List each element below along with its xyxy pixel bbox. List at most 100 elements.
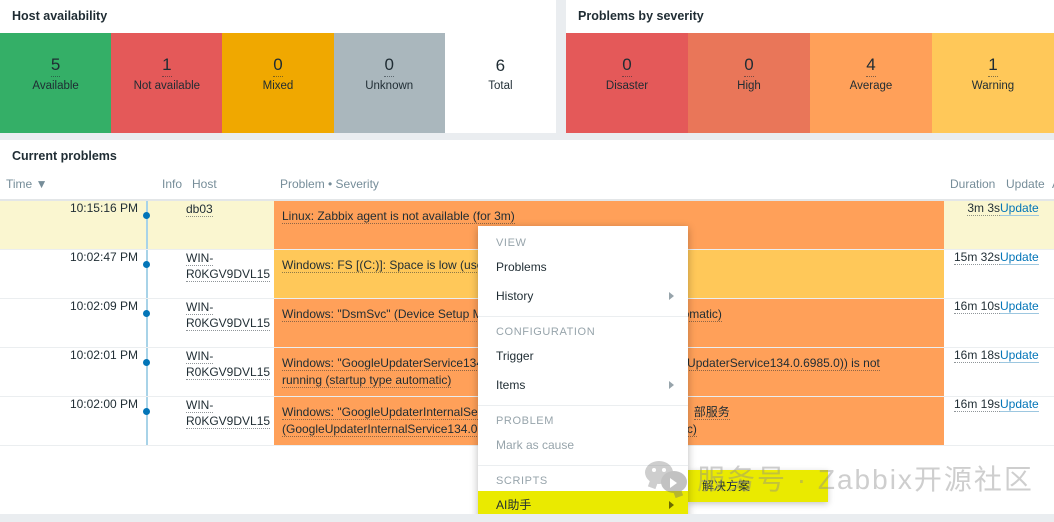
row-ack [1046,347,1054,397]
row-update-link[interactable]: Update [1000,298,1039,314]
row-time[interactable]: 10:02:09 PM [0,298,138,348]
row-timeline [138,200,156,250]
severity-cell-warning[interactable]: 1 Warning [932,33,1054,133]
page-bottom-strip [0,514,1054,522]
column-header-info: Info [156,173,186,201]
severity-cell-disaster-value: 0 [622,54,632,77]
context-submenu-item-solution[interactable]: 解决方案 [688,470,828,502]
row-problem-label: Windows: "DsmSvc" (Device Setup M [282,306,483,322]
severity-cell-high[interactable]: 0 High [688,33,810,133]
row-update[interactable]: Update [1000,347,1046,397]
severity-cell-high-label: High [737,80,761,92]
row-ack [1046,200,1054,250]
timeline-line [146,298,148,347]
severity-cells: 0 Disaster 0 High 4 Average 1 Warning [566,33,1054,133]
row-duration: 16m 19s [944,396,1000,446]
host-cell-unknown[interactable]: 0 Unknown [333,33,445,133]
row-update-link[interactable]: Update [1000,249,1039,265]
timeline-dot-icon [143,407,150,415]
context-menu-item-problems[interactable]: Problems [478,253,688,282]
row-update[interactable]: Update [1000,298,1046,348]
context-menu-item-mark-as-cause[interactable]: Mark as cause [478,431,688,460]
host-cell-not-available[interactable]: 1 Not available [111,33,223,133]
row-duration-label: 3m 3s [967,201,1000,216]
column-header-duration[interactable]: Duration [944,173,1000,201]
row-ack [1046,249,1054,299]
host-cell-total-label: Total [488,79,513,92]
host-cell-available-value: 5 [50,54,61,77]
severity-cell-disaster-label: Disaster [605,80,649,92]
row-host[interactable]: WIN-R0KGV9DVL15 [186,249,274,299]
context-menu-section-configuration: CONFIGURATION [496,326,596,338]
row-time[interactable]: 10:15:16 PM [0,200,138,250]
host-availability-cells: 5 Available 1 Not available 0 Mixed 0 Un… [0,33,556,133]
host-cell-mixed-value: 0 [273,54,283,77]
timeline-line [146,201,148,249]
column-header-ack: A [1046,173,1054,201]
column-header-update: Update [1000,173,1046,201]
row-host[interactable]: WIN-R0KGV9DVL15 [186,347,274,397]
row-time[interactable]: 10:02:00 PM [0,396,138,446]
host-cell-mixed[interactable]: 0 Mixed [222,33,334,133]
severity-cell-average-value: 4 [866,54,876,77]
row-update[interactable]: Update [1000,396,1046,446]
row-duration-label: 16m 18s [953,347,1000,363]
row-problem-tail: gleUpdaterService134.0.6985.0)) is not [671,355,880,371]
row-problem-label: Linux: Zabbix agent is not available (fo… [282,209,515,224]
host-cell-total-value: 6 [495,55,506,75]
row-duration-label: 16m 10s [953,298,1000,314]
row-host[interactable]: db03 [186,200,274,250]
host-cell-not-available-label: Not available [133,80,201,92]
timeline-dot-icon [143,212,150,219]
host-cell-not-available-value: 1 [162,54,172,77]
context-menu-item-history[interactable]: History [478,282,688,311]
row-problem-label: Windows: FS [(C:)]: Space is low (use [282,257,484,273]
row-duration-label: 16m 19s [953,396,1000,412]
severity-cell-average[interactable]: 4 Average [810,33,932,133]
row-time[interactable]: 10:02:01 PM [0,347,138,397]
column-header-time-label: Time [6,177,33,191]
row-timeline [138,298,156,348]
row-time[interactable]: 10:02:47 PM [0,249,138,299]
row-timeline [138,347,156,397]
column-header-timeline [138,173,156,201]
row-update[interactable]: Update [1000,200,1046,250]
severity-cell-disaster[interactable]: 0 Disaster [566,33,688,133]
context-menu-item-trigger[interactable]: Trigger [478,342,688,371]
context-menu-section-problem: PROBLEM [496,415,554,427]
row-info [156,298,186,348]
column-header-time[interactable]: Time ▼ [0,173,138,201]
context-menu-item-items-label: Items [496,378,526,392]
host-cell-unknown-label: Unknown [365,80,414,92]
row-host[interactable]: WIN-R0KGV9DVL15 [186,396,274,446]
timeline-dot-icon [143,260,150,268]
row-problem-label: Windows: "GoogleUpdaterInternalSer [282,404,482,420]
row-duration-label: 15m 32s [953,249,1000,265]
row-update-link[interactable]: Update [1000,201,1039,216]
severity-cell-high-value: 0 [744,54,754,77]
severity-cell-average-label: Average [849,80,893,92]
row-update-link[interactable]: Update [1000,396,1039,412]
row-problem-tail: omatic) [682,306,722,322]
row-info [156,249,186,299]
row-update-link[interactable]: Update [1000,347,1039,363]
host-cell-total[interactable]: 6 Total [444,33,556,133]
row-duration: 3m 3s [944,200,1000,250]
context-menu-item-ai-assistant-label: AI助手 [496,498,532,512]
context-submenu: 解决方案 [688,470,828,502]
row-duration: 16m 18s [944,347,1000,397]
row-duration: 16m 10s [944,298,1000,348]
row-host-label: WIN-R0KGV9DVL15 [186,250,271,282]
context-menu-item-items[interactable]: Items [478,371,688,400]
row-info [156,347,186,397]
column-header-host[interactable]: Host [186,173,274,201]
column-header-problem[interactable]: Problem • Severity [274,173,944,201]
top-widget-row: Host availability 5 Available 1 Not avai… [0,0,1054,140]
row-timeline [138,249,156,299]
row-problem-line2: running (startup type automatic) [282,372,452,388]
row-update[interactable]: Update [1000,249,1046,299]
context-menu-section-scripts: SCRIPTS [496,475,548,487]
host-cell-available[interactable]: 5 Available [0,33,112,133]
row-host[interactable]: WIN-R0KGV9DVL15 [186,298,274,348]
host-availability-widget: Host availability 5 Available 1 Not avai… [0,0,556,133]
